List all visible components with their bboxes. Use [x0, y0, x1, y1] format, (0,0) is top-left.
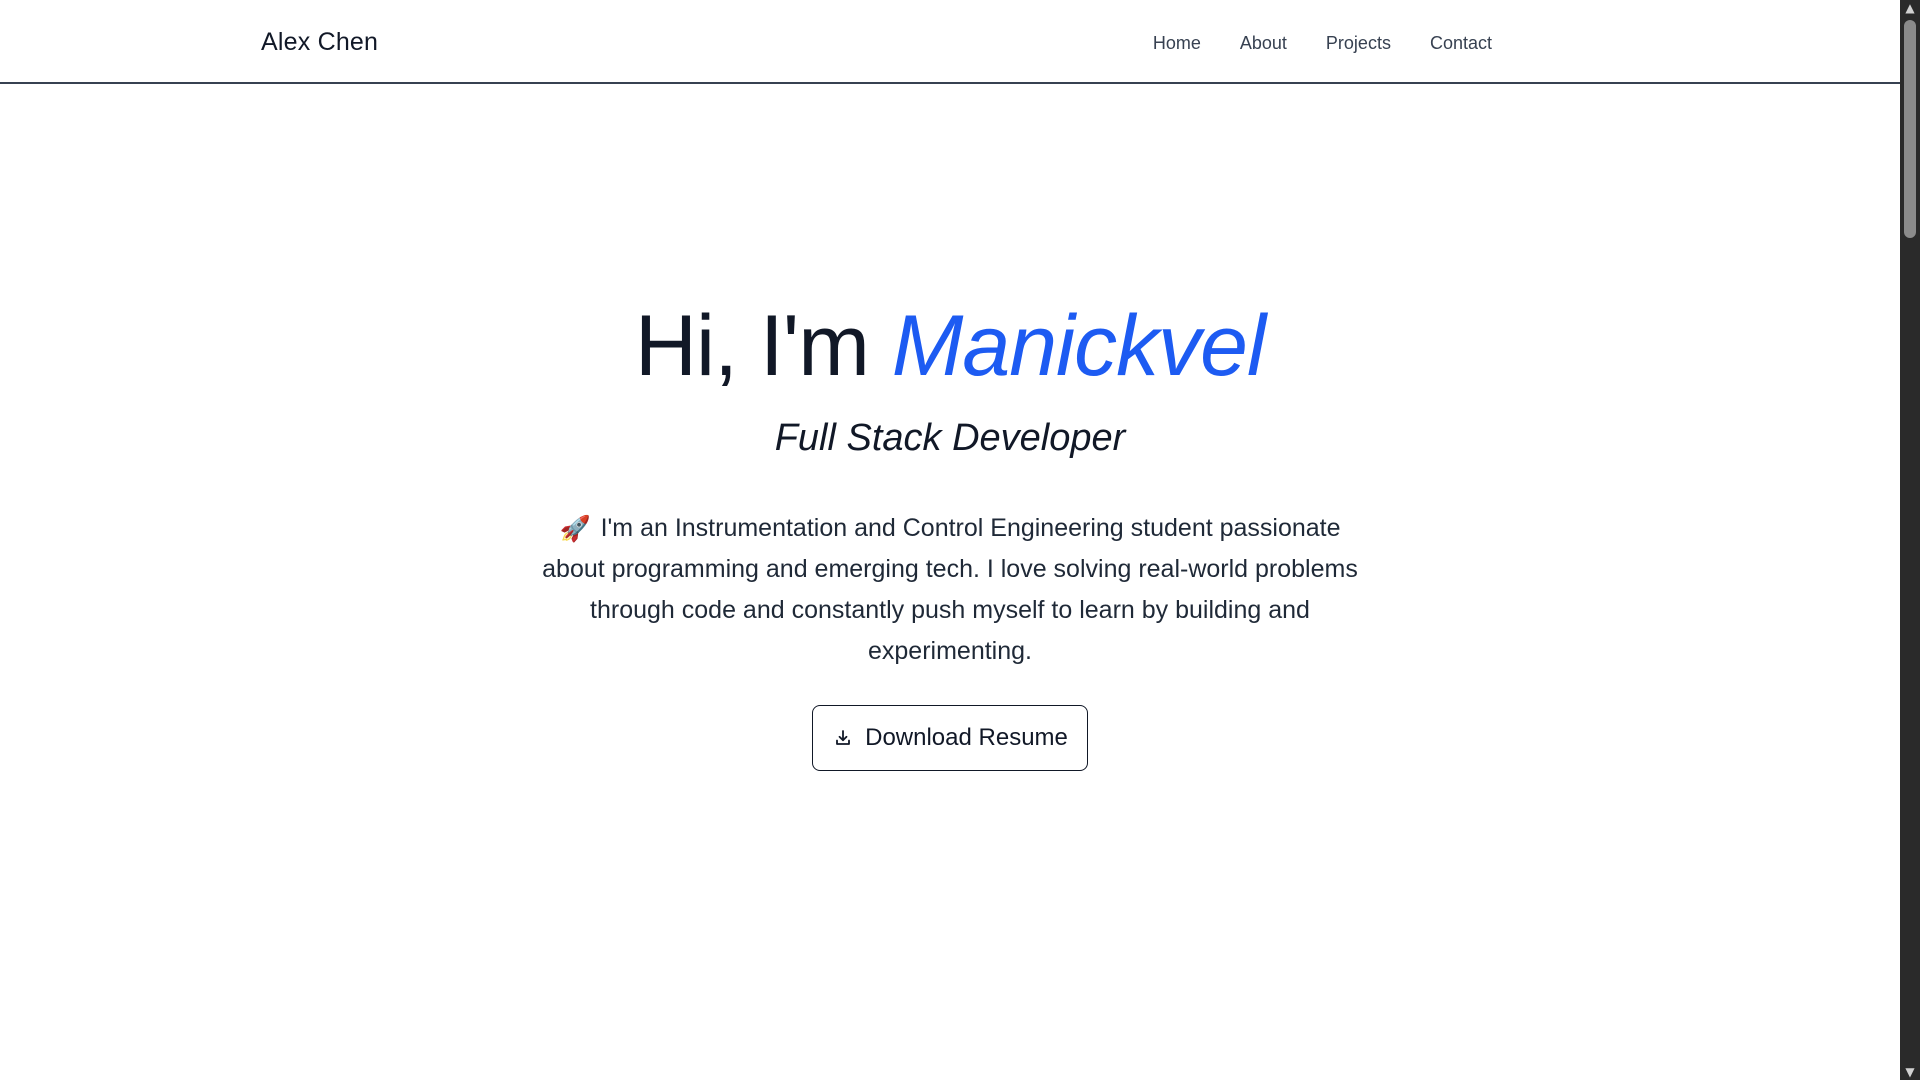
scrollbar-thumb[interactable]: [1904, 20, 1916, 238]
portfolio-page: Alex Chen Home About Projects Contact Hi…: [0, 0, 1920, 1080]
nav-link-contact[interactable]: Contact: [1430, 30, 1492, 56]
download-resume-button[interactable]: Download Resume: [812, 705, 1088, 771]
hero-role: Full Stack Developer: [774, 417, 1126, 459]
scroll-up-arrow-icon[interactable]: ▲: [1904, 2, 1916, 14]
hero-description: 🚀 I'm an Instrumentation and Control Engi…: [536, 508, 1364, 672]
rocket-icon: 🚀: [559, 515, 591, 543]
browser-viewport: Alex Chen Home About Projects Contact Hi…: [0, 0, 1900, 1080]
hero-description-text: I'm an Instrumentation and Control Engin…: [542, 514, 1358, 665]
download-icon: [832, 727, 854, 749]
nav-link-home[interactable]: Home: [1153, 30, 1201, 56]
hero-name-highlight: Manickvel: [891, 298, 1266, 394]
primary-navigation: Home About Projects Contact: [1153, 30, 1492, 56]
nav-link-projects[interactable]: Projects: [1326, 30, 1391, 56]
nav-link-about[interactable]: About: [1240, 30, 1287, 56]
top-navigation-bar: Alex Chen Home About Projects Contact: [0, 0, 1900, 84]
hero-heading: Hi, I'm Manickvel: [0, 296, 1900, 396]
hero-section: Hi, I'm Manickvel Full Stack Developer 🚀…: [0, 296, 1900, 672]
hero-heading-prefix: Hi, I'm: [634, 298, 892, 394]
brand-name[interactable]: Alex Chen: [261, 25, 378, 59]
scroll-down-arrow-icon[interactable]: ▼: [1904, 1066, 1916, 1078]
download-resume-label: Download Resume: [865, 724, 1068, 751]
vertical-scrollbar[interactable]: ▲ ▼: [1900, 0, 1920, 1080]
